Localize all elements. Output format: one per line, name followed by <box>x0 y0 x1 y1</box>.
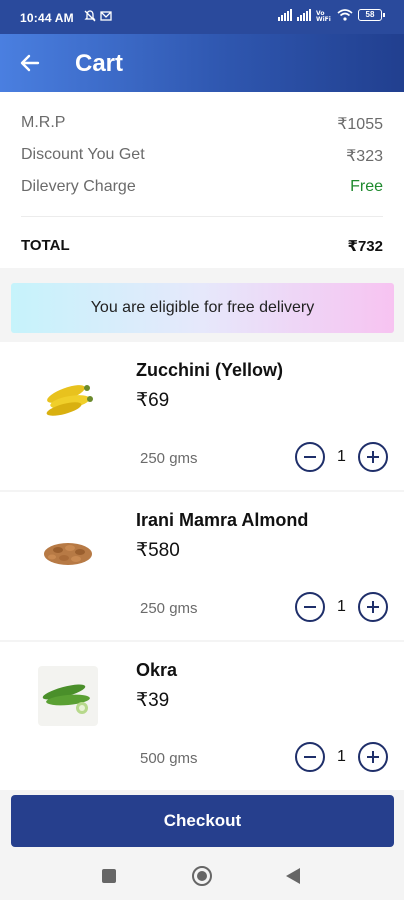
total-value: ₹732 <box>347 238 383 255</box>
item-quantity: 1 <box>337 748 346 765</box>
status-left-icons <box>84 10 112 22</box>
discount-row: Discount You Get ₹323 <box>21 146 383 166</box>
item-name: Okra <box>136 660 178 680</box>
battery-icon: 58 <box>358 9 385 21</box>
quantity-stepper: 1 <box>295 592 388 622</box>
wifi-icon <box>337 9 353 21</box>
mail-icon <box>100 11 112 21</box>
item-price: ₹69 <box>136 390 170 411</box>
item-name: Zucchini (Yellow) <box>136 360 284 380</box>
delivery-row: Dilevery Charge Free <box>21 178 383 196</box>
svg-text:WiFi: WiFi <box>316 16 331 21</box>
increase-quantity-button[interactable] <box>358 592 388 622</box>
system-nav-bar <box>0 850 404 900</box>
decrease-quantity-button[interactable] <box>295 592 325 622</box>
item-price: ₹39 <box>136 690 170 711</box>
checkout-button[interactable]: Checkout <box>11 795 394 847</box>
okra-image <box>38 666 98 726</box>
zucchini-image <box>46 385 93 416</box>
decrease-quantity-button[interactable] <box>295 442 325 472</box>
cart-item: Okra ₹39 500 gms 1 <box>0 642 404 790</box>
back-triangle-icon[interactable] <box>286 868 300 884</box>
mrp-row: M.R.P ₹1055 <box>21 114 383 134</box>
item-quantity: 1 <box>337 448 346 465</box>
quantity-stepper: 1 <box>295 742 388 772</box>
arrow-left-icon[interactable] <box>18 51 42 75</box>
free-delivery-banner: You are eligible for free delivery <box>11 283 394 333</box>
increase-quantity-button[interactable] <box>358 442 388 472</box>
status-time: 10:44 AM <box>20 11 74 25</box>
signal-icon <box>297 9 311 21</box>
item-weight: 250 gms <box>140 600 198 617</box>
item-name: Irani Mamra Almond <box>136 510 309 530</box>
status-bar: 10:44 AM Vo WiFi 58 <box>0 0 404 34</box>
item-weight: 250 gms <box>140 450 198 467</box>
page-title: Cart <box>75 50 124 77</box>
volte-icon: VoWiFi <box>316 10 331 21</box>
mrp-label: M.R.P <box>21 114 66 131</box>
delivery-value: Free <box>350 178 383 195</box>
delivery-label: Dilevery Charge <box>21 178 136 195</box>
status-right-icons: Vo WiFi 58 <box>278 9 385 21</box>
home-icon[interactable] <box>192 866 212 886</box>
mrp-value: ₹1055 <box>337 116 383 133</box>
discount-value: ₹323 <box>346 148 383 165</box>
signal-icon <box>278 9 292 21</box>
increase-quantity-button[interactable] <box>358 742 388 772</box>
summary-divider <box>21 216 383 217</box>
cart-item: Irani Mamra Almond ₹580 250 gms 1 <box>0 492 404 640</box>
almond-image <box>44 543 92 565</box>
item-weight: 500 gms <box>140 750 198 767</box>
quantity-stepper: 1 <box>295 442 388 472</box>
muted-alarm-icon <box>84 10 96 22</box>
total-row: TOTAL ₹732 <box>21 237 383 255</box>
discount-label: Discount You Get <box>21 146 145 163</box>
decrease-quantity-button[interactable] <box>295 742 325 772</box>
total-label: TOTAL <box>21 237 70 254</box>
app-bar: Cart <box>0 34 404 92</box>
price-summary: M.R.P ₹1055 Discount You Get ₹323 Dileve… <box>0 92 404 268</box>
recents-icon[interactable] <box>102 869 116 883</box>
cart-item: Zucchini (Yellow) ₹69 250 gms 1 <box>0 342 404 490</box>
item-price: ₹580 <box>136 540 180 561</box>
item-quantity: 1 <box>337 598 346 615</box>
